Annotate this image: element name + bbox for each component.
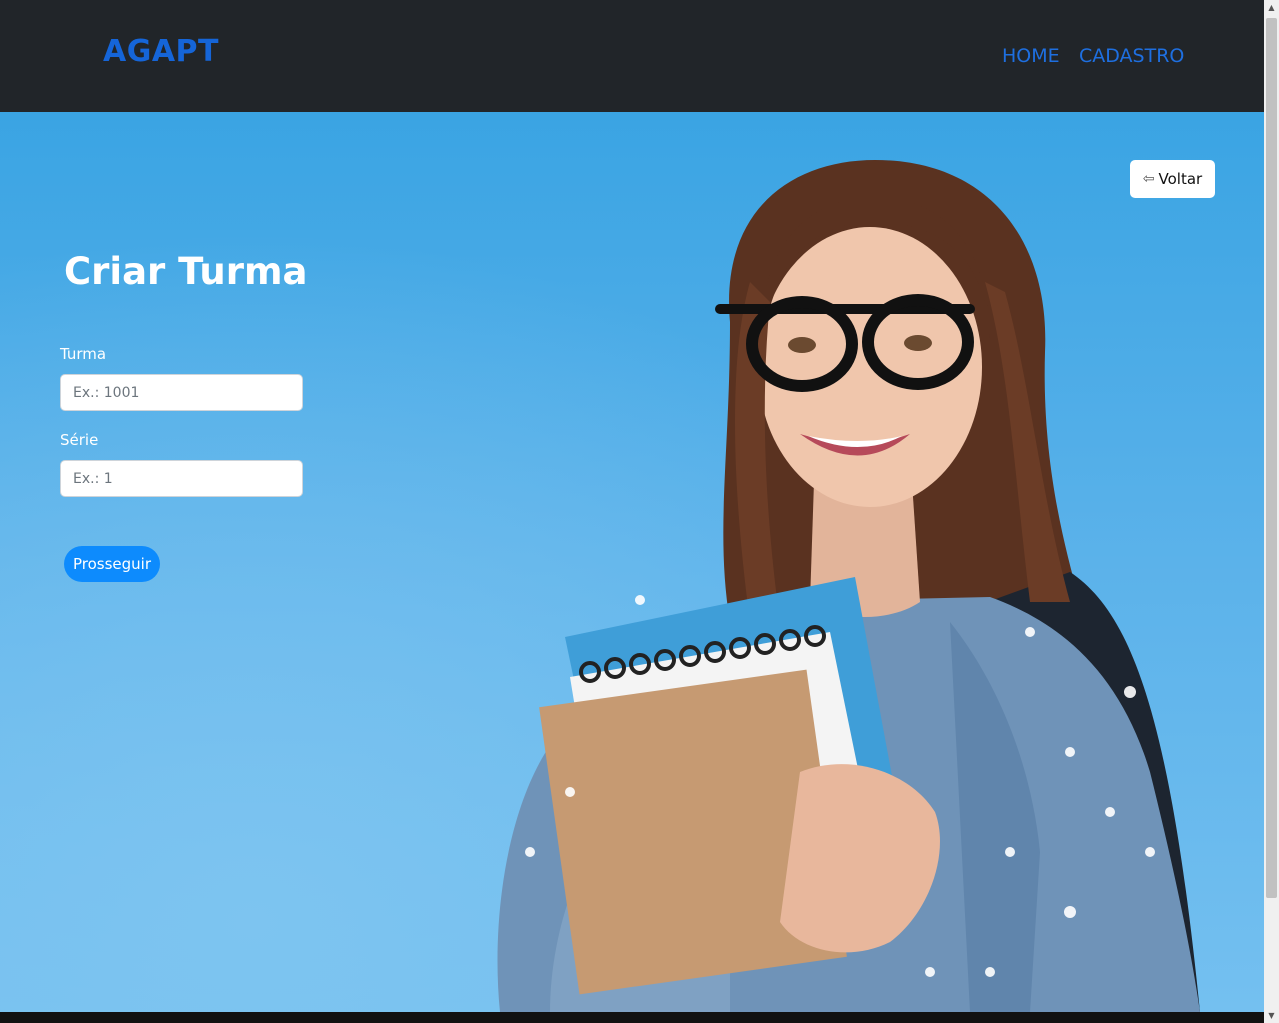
brand-logo[interactable]: AGAPT	[103, 34, 219, 69]
turma-input[interactable]	[60, 374, 303, 411]
scroll-up-icon[interactable]: ▲	[1264, 0, 1279, 15]
scrollbar-thumb[interactable]	[1266, 18, 1277, 898]
page: AGAPT HOME CADASTRO Criar Turma Turma Ex…	[0, 0, 1264, 1023]
hero-section: Criar Turma Turma Série Prosseguir ⇦ Vol…	[0, 112, 1264, 1012]
bottom-bar	[0, 1012, 1264, 1023]
page-title: Criar Turma	[64, 250, 308, 293]
turma-label: Turma	[60, 345, 107, 363]
nav-link-home[interactable]: HOME	[1002, 45, 1060, 67]
serie-input[interactable]	[60, 460, 303, 497]
prosseguir-button[interactable]: Prosseguir	[64, 546, 160, 582]
nav-link-cadastro[interactable]: CADASTRO	[1079, 45, 1184, 67]
navbar: AGAPT HOME CADASTRO	[0, 0, 1264, 112]
serie-label: Série	[60, 431, 99, 449]
left-arrow-icon: ⇦	[1142, 171, 1155, 187]
scroll-down-icon[interactable]: ▼	[1264, 1008, 1279, 1023]
student-photo	[497, 160, 1200, 1012]
voltar-button[interactable]: ⇦ Voltar	[1130, 160, 1215, 198]
voltar-label: Voltar	[1158, 170, 1203, 188]
